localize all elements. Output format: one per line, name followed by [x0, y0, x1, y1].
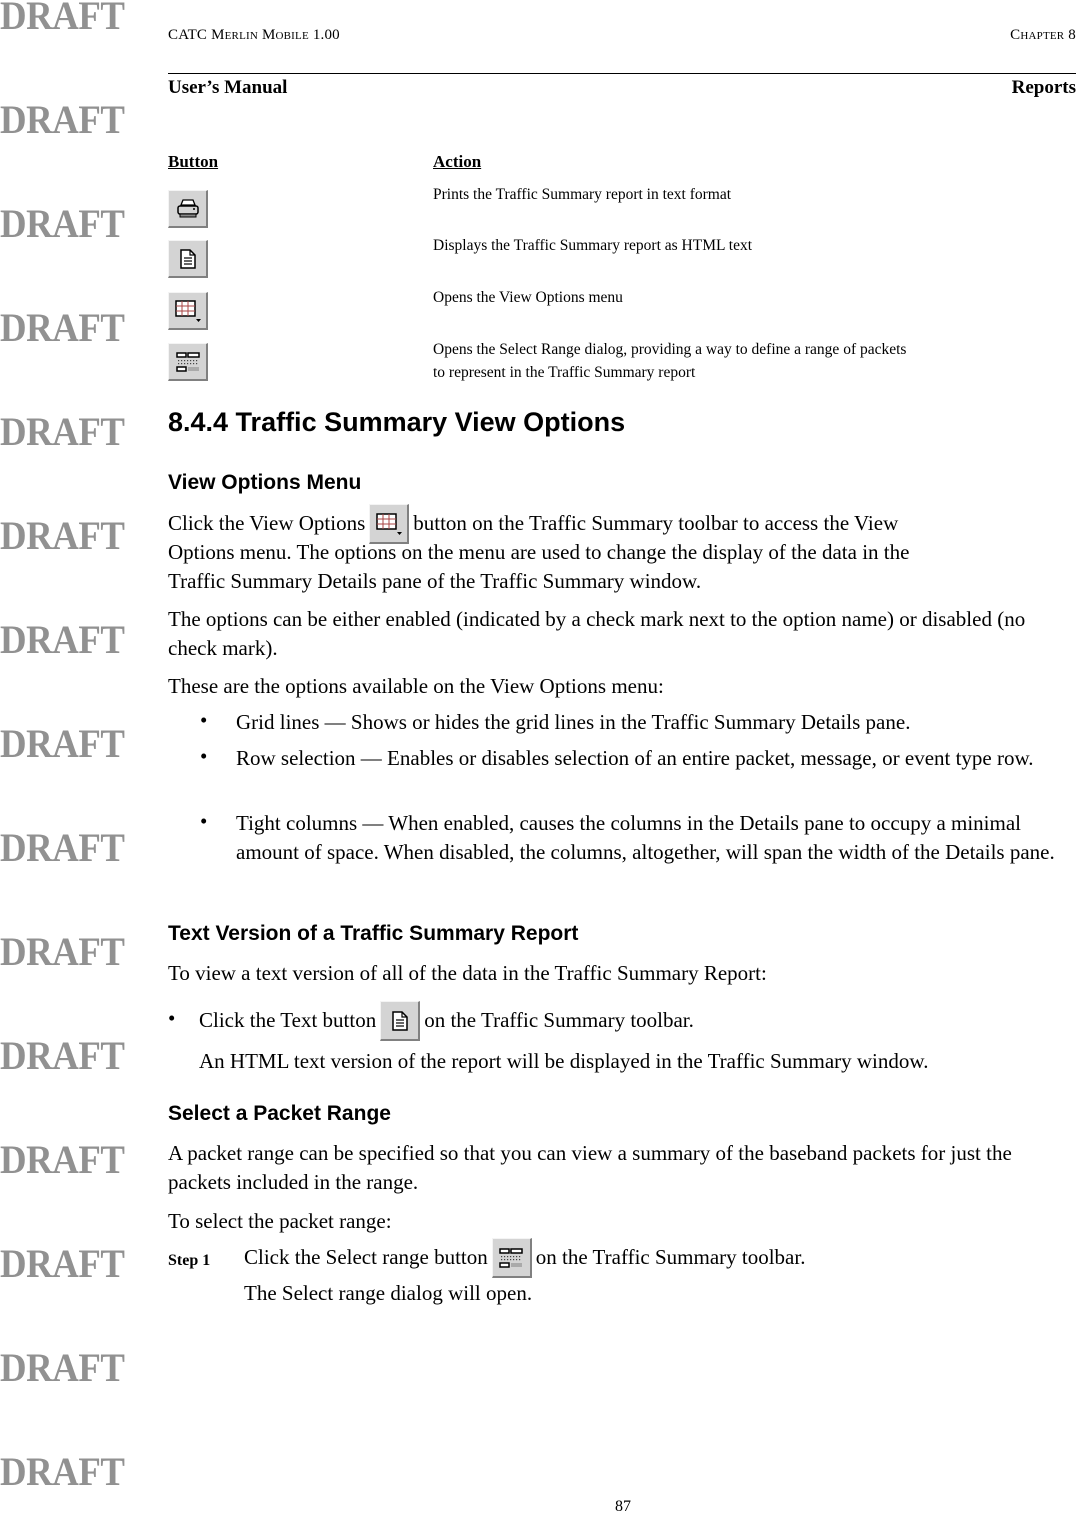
inline-text-button[interactable]	[380, 1001, 421, 1042]
para-text: button on the Traffic Summary toolbar to…	[413, 511, 899, 535]
action-select-range-line2: to represent in the Traffic Summary repo…	[433, 364, 696, 381]
text-version-result: An HTML text version of the report will …	[199, 1049, 929, 1073]
header-product: CATC Merlin Mobile 1.00	[168, 27, 340, 43]
draft-watermark: DRAFT	[0, 1033, 125, 1078]
draft-watermark: DRAFT	[0, 1241, 125, 1286]
inline-select-range-button[interactable]	[491, 1238, 532, 1279]
text-version-intro: To view a text version of all of the dat…	[168, 961, 767, 985]
view-options-grid-icon	[376, 512, 402, 535]
para-text: Traffic Summary Details pane of the Traf…	[168, 569, 702, 594]
print-button[interactable]	[168, 190, 208, 228]
draft-watermark: DRAFT	[0, 1449, 125, 1494]
draft-watermark: DRAFT	[0, 201, 125, 246]
header-chapter: Chapter 8	[1010, 27, 1076, 43]
header-rule	[168, 73, 1076, 74]
draft-watermark: DRAFT	[0, 825, 125, 870]
text-document-icon	[179, 248, 196, 269]
action-print: Prints the Traffic Summary report in tex…	[433, 186, 732, 203]
view-options-para1: Click the View Options button on the Tra…	[168, 504, 1076, 596]
para-text: Options menu. The options on the menu ar…	[168, 540, 910, 565]
step-label: Step 1	[168, 1252, 211, 1269]
option-row-selection: Row selection — Enables or disables sele…	[236, 746, 1034, 770]
bullet-marker: •	[200, 744, 208, 768]
bullet-marker: •	[200, 708, 208, 732]
bullet-marker: •	[200, 809, 208, 833]
printer-icon	[176, 198, 199, 217]
action-view-options: Opens the View Options menu	[433, 289, 623, 306]
action-select-range: Opens the Select Range dialog, providing…	[433, 338, 1033, 384]
text-version-heading: Text Version of a Traffic Summary Report	[168, 922, 579, 945]
action-select-range-line1: Opens the Select Range dialog, providing…	[433, 341, 907, 358]
packet-range-step1: Click the Select range button on the Tra…	[244, 1238, 1076, 1279]
draft-watermark: DRAFT	[0, 617, 125, 662]
inline-view-options-button[interactable]	[369, 504, 410, 545]
table-header-button: Button	[168, 152, 219, 171]
draft-watermark: DRAFT	[0, 0, 125, 38]
table-header-action: Action	[433, 152, 482, 171]
para-text: Click the Select range button	[244, 1245, 488, 1269]
text-version-step: Click the Text button on the Traffic Sum…	[199, 1001, 1039, 1042]
draft-watermark: DRAFT	[0, 97, 125, 142]
select-range-icon	[175, 351, 200, 372]
draft-watermark: DRAFT	[0, 513, 125, 558]
packet-range-heading: Select a Packet Range	[168, 1102, 391, 1125]
select-range-icon	[499, 1247, 524, 1268]
para-text: Click the Text button	[199, 1008, 377, 1032]
draft-watermark: DRAFT	[0, 1137, 125, 1182]
para-text: on the Traffic Summary toolbar.	[535, 1245, 806, 1269]
packet-range-para1: A packet range can be specified so that …	[168, 1141, 1012, 1194]
header-manual: User’s Manual	[168, 77, 288, 98]
packet-range-para2: To select the packet range:	[168, 1209, 392, 1233]
packet-range-step1-result: The Select range dialog will open.	[244, 1281, 533, 1305]
para-text: Click the View Options	[168, 511, 366, 535]
draft-watermark: DRAFT	[0, 929, 125, 974]
view-options-button[interactable]	[168, 292, 208, 330]
option-tight-columns: Tight columns — When enabled, causes the…	[236, 811, 1055, 864]
view-options-heading: View Options Menu	[168, 471, 362, 494]
draft-watermark: DRAFT	[0, 305, 125, 350]
action-text: Displays the Traffic Summary report as H…	[433, 237, 752, 254]
select-range-button[interactable]	[168, 343, 208, 381]
view-options-para2: The options can be either enabled (indic…	[168, 607, 1026, 660]
view-options-grid-icon	[174, 299, 201, 322]
para-text: on the Traffic Summary toolbar.	[424, 1008, 694, 1032]
section-title: 8.4.4 Traffic Summary View Options	[168, 407, 626, 437]
draft-watermark: DRAFT	[0, 1345, 125, 1390]
draft-watermark: DRAFT	[0, 409, 125, 454]
text-document-icon	[391, 1010, 408, 1031]
draft-watermark: DRAFT	[0, 721, 125, 766]
option-grid-lines: Grid lines — Shows or hides the grid lin…	[236, 710, 911, 734]
page-number: 87	[615, 1498, 631, 1515]
text-button[interactable]	[168, 240, 208, 278]
view-options-para3: These are the options available on the V…	[168, 674, 664, 698]
header-section: Reports	[1011, 77, 1076, 98]
bullet-marker: •	[168, 1006, 176, 1030]
